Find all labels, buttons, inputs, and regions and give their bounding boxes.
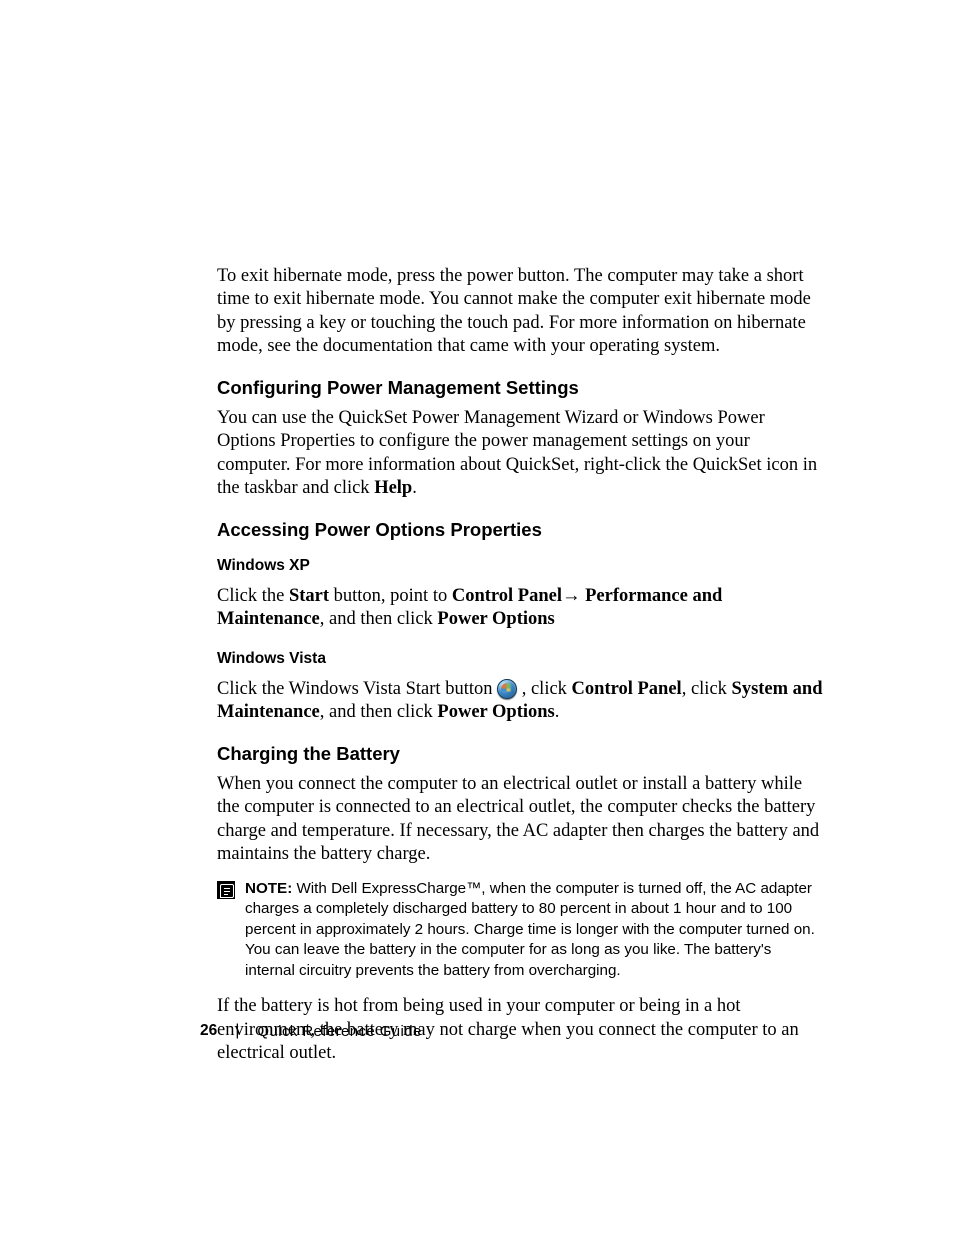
note-block: NOTE: With Dell ExpressCharge™, when the… xyxy=(217,879,824,982)
text: You can use the QuickSet Power Managemen… xyxy=(217,408,817,498)
text: button, point to xyxy=(329,586,452,606)
note-label: NOTE: xyxy=(245,880,292,897)
footer-separator: | xyxy=(235,1022,239,1040)
vista-paragraph: Click the Windows Vista Start button , c… xyxy=(217,678,824,725)
text: . xyxy=(555,702,560,722)
text: . xyxy=(412,478,417,498)
bold-help: Help xyxy=(374,478,412,498)
charging-paragraph: When you connect the computer to an elec… xyxy=(217,773,824,867)
text: , click xyxy=(517,679,571,699)
text: Click the xyxy=(217,586,289,606)
text: , and then click xyxy=(320,609,438,629)
page-number: 26 xyxy=(200,1022,217,1040)
bold-start: Start xyxy=(289,586,329,606)
page-footer: 26 | Quick Reference Guide xyxy=(200,1022,422,1040)
note-icon xyxy=(217,881,235,899)
heading-vista: Windows Vista xyxy=(217,650,824,668)
note-body: With Dell ExpressCharge™, when the compu… xyxy=(245,880,815,979)
bold-control-panel: Control Panel xyxy=(452,586,562,606)
arrow: → xyxy=(562,586,585,606)
config-paragraph: You can use the QuickSet Power Managemen… xyxy=(217,407,824,501)
page-content: To exit hibernate mode, press the power … xyxy=(0,0,954,1066)
windows-vista-start-icon xyxy=(497,679,517,699)
footer-title: Quick Reference Guide xyxy=(257,1023,421,1040)
heading-configuring: Configuring Power Management Settings xyxy=(217,377,824,399)
xp-paragraph: Click the Start button, point to Control… xyxy=(217,585,824,632)
bold-power-options: Power Options xyxy=(437,702,554,722)
text: , click xyxy=(682,679,732,699)
heading-xp: Windows XP xyxy=(217,557,824,575)
bold-power-options: Power Options xyxy=(437,609,554,629)
heading-charging: Charging the Battery xyxy=(217,743,824,765)
bold-control-panel: Control Panel xyxy=(572,679,682,699)
intro-paragraph: To exit hibernate mode, press the power … xyxy=(217,265,824,359)
note-text: NOTE: With Dell ExpressCharge™, when the… xyxy=(245,879,824,982)
text: Click the Windows Vista Start button xyxy=(217,679,497,699)
text: , and then click xyxy=(320,702,438,722)
heading-accessing: Accessing Power Options Properties xyxy=(217,519,824,541)
